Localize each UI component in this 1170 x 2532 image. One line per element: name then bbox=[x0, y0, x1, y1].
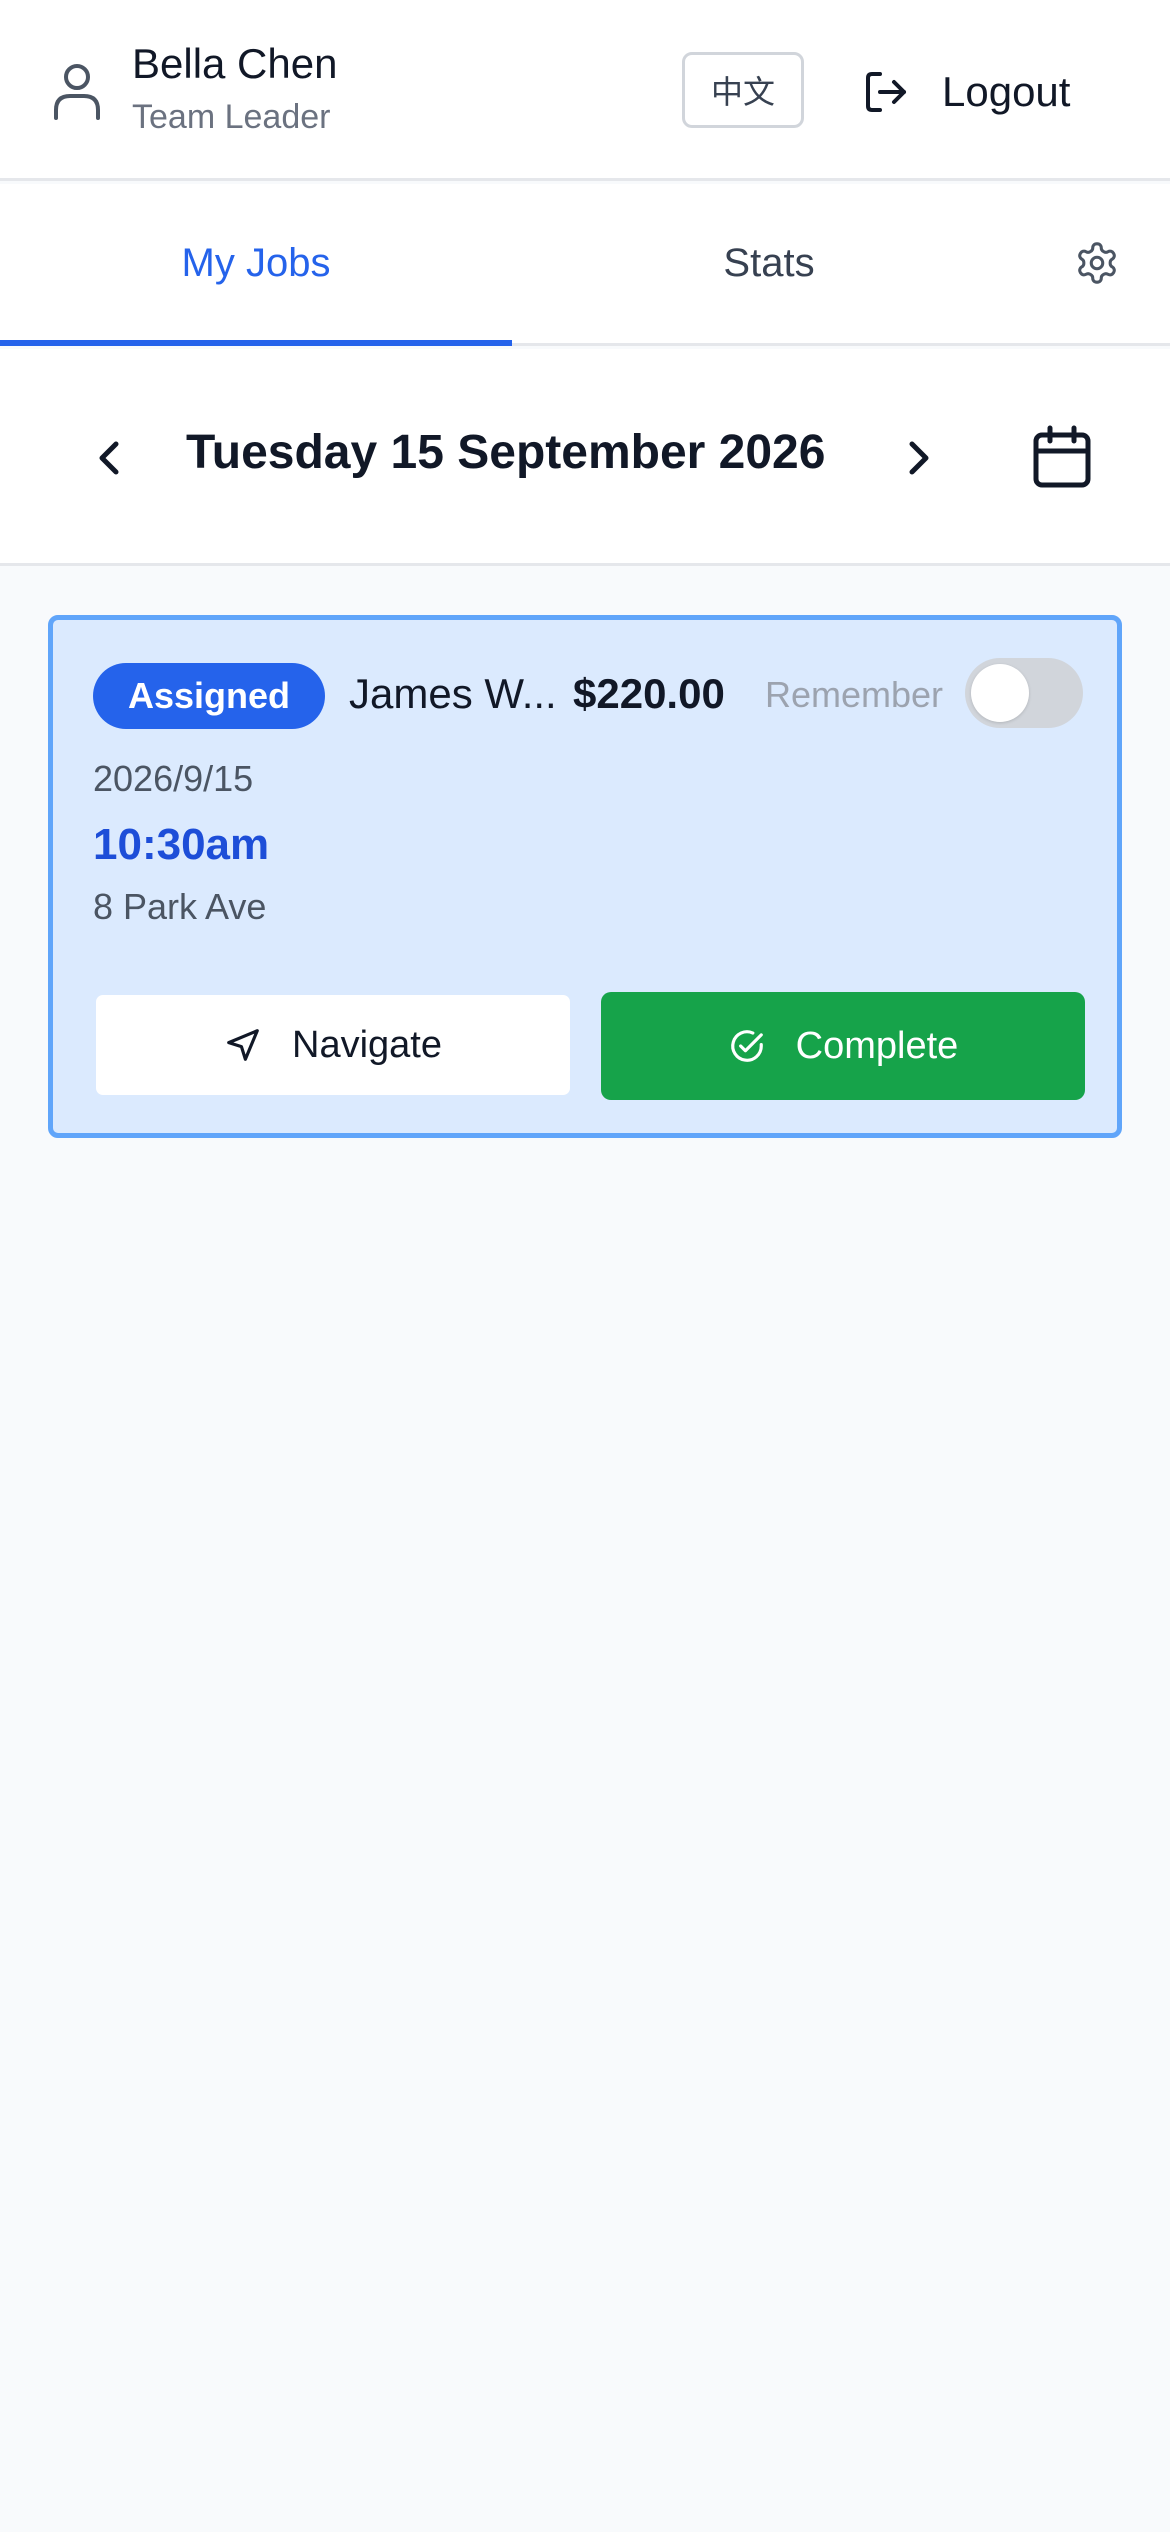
tab-bar: My Jobs Stats bbox=[0, 184, 1170, 346]
app-header: Bella Chen Team Leader 中文 Logout bbox=[0, 0, 1170, 181]
job-time: 10:30am bbox=[93, 820, 270, 869]
navigation-arrow-icon bbox=[227, 1029, 259, 1061]
complete-label: Complete bbox=[795, 1024, 959, 1067]
date-navigator: Tuesday 15 September 2026 bbox=[0, 349, 1170, 566]
chevron-left-icon[interactable] bbox=[84, 432, 136, 484]
logout-label: Logout bbox=[942, 68, 1071, 115]
toggle-knob bbox=[971, 664, 1029, 722]
chevron-right-icon[interactable] bbox=[892, 432, 944, 484]
remember-label: Remember bbox=[765, 674, 944, 715]
job-address: 8 Park Ave bbox=[93, 886, 267, 927]
language-toggle-button[interactable]: 中文 bbox=[682, 52, 804, 128]
tab-stats[interactable]: Stats bbox=[512, 184, 1026, 343]
check-circle-icon bbox=[730, 1030, 763, 1062]
tab-my-jobs[interactable]: My Jobs bbox=[0, 184, 512, 346]
status-badge: Assigned bbox=[93, 663, 325, 729]
user-role: Team Leader bbox=[132, 98, 331, 136]
job-price: $220.00 bbox=[573, 670, 725, 717]
complete-button[interactable]: Complete bbox=[601, 992, 1085, 1100]
job-card[interactable]: Assigned James W... $220.00 Remember 202… bbox=[48, 615, 1122, 1138]
remember-toggle[interactable] bbox=[965, 658, 1083, 728]
navigate-label: Navigate bbox=[292, 1023, 442, 1066]
user-icon bbox=[54, 64, 100, 120]
user-name: Bella Chen bbox=[132, 40, 338, 87]
current-date: Tuesday 15 September 2026 bbox=[186, 426, 826, 479]
calendar-icon[interactable] bbox=[1032, 425, 1092, 489]
navigate-button[interactable]: Navigate bbox=[93, 992, 573, 1098]
job-date: 2026/9/15 bbox=[93, 758, 254, 799]
client-name: James W... bbox=[349, 670, 557, 717]
logout-button[interactable]: Logout bbox=[862, 54, 1132, 130]
gear-icon[interactable] bbox=[1074, 240, 1120, 286]
logout-icon bbox=[866, 72, 906, 112]
